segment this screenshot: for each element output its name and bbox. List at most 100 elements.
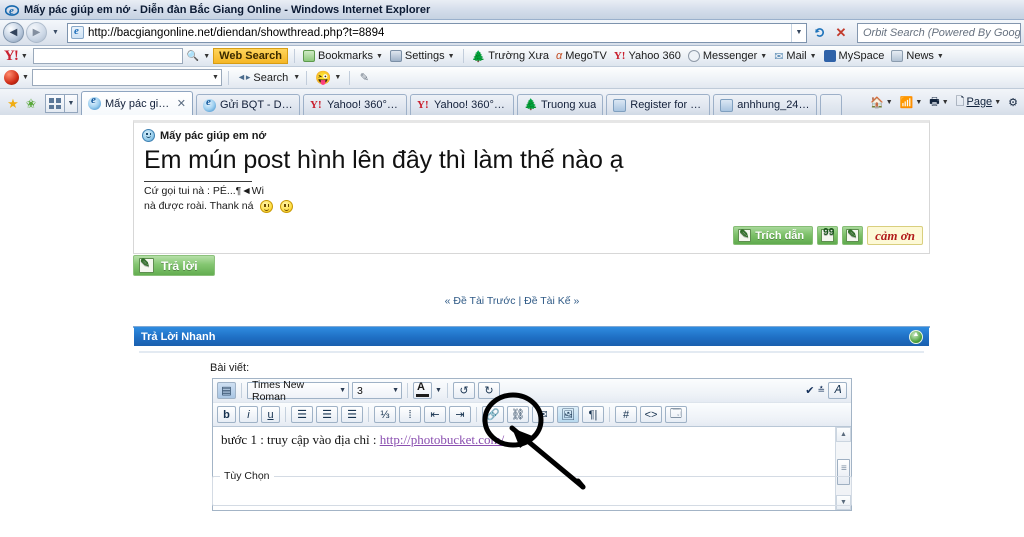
chevron-down-icon[interactable]: ▼ <box>810 53 817 60</box>
tab-5[interactable]: Register for free... <box>606 94 711 115</box>
orbit-logo-icon[interactable] <box>4 70 19 85</box>
chevron-down-icon[interactable]: ▼ <box>335 387 346 394</box>
new-tab-button[interactable] <box>820 94 843 115</box>
chevron-down-icon[interactable]: ▼ <box>212 74 219 81</box>
ordered-list-icon[interactable]: ⅓ <box>374 406 396 423</box>
spellcheck-icon[interactable]: ✔ <box>805 384 814 397</box>
close-icon[interactable]: ✕ <box>177 97 186 110</box>
tab-0[interactable]: Mấy pác giú... ✕ <box>81 91 193 115</box>
chevron-down-icon[interactable]: ▼ <box>937 53 944 60</box>
next-thread-link[interactable]: Đề Tài Kế <box>524 295 571 307</box>
quick-tabs-icon[interactable] <box>45 94 65 113</box>
add-favorite-icon[interactable]: ✬ <box>22 93 40 115</box>
refresh-icon[interactable] <box>809 23 829 43</box>
toolbar-item-messenger[interactable]: Messenger ▼ <box>686 50 769 62</box>
underline-button[interactable]: u <box>261 406 280 423</box>
chevron-down-icon[interactable]: ▼ <box>293 74 300 81</box>
align-right-icon[interactable]: ☰ <box>341 406 363 423</box>
tab-1[interactable]: Gửi BQT - Diễn ... <box>196 94 300 115</box>
insert-php-icon[interactable]: 🗔 <box>665 406 687 423</box>
toolbar-item-mail[interactable]: ✉ Mail ▼ <box>772 50 818 63</box>
home-icon[interactable]: 🏠 ▼ <box>867 92 896 112</box>
font-family-select[interactable]: Times New Roman ▼ <box>247 379 349 403</box>
page-menu-button[interactable]: 🗋 Page ▼ <box>953 92 1005 112</box>
prev-thread-link[interactable]: Đề Tài Trước <box>453 295 515 307</box>
toolbar-item-settings[interactable]: Settings ▼ <box>388 50 457 62</box>
redo-icon[interactable]: ↻ <box>477 382 500 399</box>
orbit-logo-caret-icon[interactable]: ▼ <box>22 74 29 81</box>
tab-list-caret-icon[interactable]: ▼ <box>65 94 78 113</box>
remove-format-icon[interactable]: 𝐴 <box>828 382 847 399</box>
insert-quote-icon[interactable]: # <box>615 406 637 423</box>
insert-video-icon[interactable]: ¶| <box>582 406 604 423</box>
chevron-down-icon[interactable]: ▼ <box>334 74 341 81</box>
quote-button[interactable]: Trích dẫn <box>733 226 814 245</box>
multiquote-button[interactable] <box>817 226 839 245</box>
chevron-down-icon[interactable]: ▼ <box>376 53 383 60</box>
orbit-search-field[interactable]: ▼ <box>31 69 222 86</box>
orbit-search-input[interactable]: Orbit Search (Powered By Google) <box>857 22 1021 43</box>
yahoo-logo-icon[interactable]: Y! <box>4 48 19 64</box>
insert-image-icon[interactable]: 🖼 <box>557 406 579 423</box>
align-left-icon[interactable]: ☰ <box>291 406 313 423</box>
toolbar-item-megotv[interactable]: α MegoTV <box>554 50 609 62</box>
chevron-down-icon[interactable]: ▼ <box>942 99 949 106</box>
stop-icon[interactable]: ✕ <box>831 23 851 43</box>
chevron-down-icon[interactable]: ▼ <box>760 53 767 60</box>
yahoo-search-input[interactable] <box>32 48 183 64</box>
tab-4[interactable]: 🌲 Truong xua <box>517 94 604 115</box>
url-input[interactable]: http://bacgiangonline.net/diendan/showth… <box>67 22 807 43</box>
undo-icon[interactable]: ↺ <box>452 382 475 399</box>
thanks-button[interactable]: cảm ơn <box>867 226 923 245</box>
web-search-button[interactable]: Web Search <box>213 48 288 64</box>
bold-button[interactable]: b <box>217 406 236 423</box>
toolbar-item-yahoo360[interactable]: Y! Yahoo 360 <box>612 50 683 62</box>
print-icon[interactable]: 🖶 ▼ <box>926 92 951 112</box>
font-color-icon[interactable] <box>413 381 432 399</box>
tab-6[interactable]: anhhung_245 - ... <box>713 94 818 115</box>
search-options-caret-icon[interactable]: ▼ <box>203 53 210 60</box>
indent-icon[interactable]: ⇥ <box>449 406 471 423</box>
font-size-select[interactable]: 3 ▼ <box>352 382 402 399</box>
align-center-icon[interactable]: ☰ <box>316 406 338 423</box>
toolbar-item-news[interactable]: News ▼ <box>889 50 945 62</box>
tools-gear-icon[interactable]: ⚙ <box>1005 92 1021 112</box>
chevron-down-icon[interactable]: ▼ <box>994 99 1001 106</box>
outdent-icon[interactable]: ⇤ <box>424 406 446 423</box>
toolbar-item-truongxua[interactable]: 🌲 Trường Xưa <box>470 50 551 63</box>
scroll-up-icon[interactable]: ▲ <box>836 427 851 442</box>
unordered-list-icon[interactable]: ⁞ <box>399 406 421 423</box>
emoticon-button[interactable]: 😜 ▼ <box>313 70 343 86</box>
reply-button[interactable]: Trả lời <box>133 255 215 276</box>
tab-3[interactable]: Y! Yahoo! 360° - [... <box>410 94 514 115</box>
insert-code-icon[interactable]: <> <box>640 406 662 423</box>
chevron-down-icon[interactable]: ▼ <box>915 99 922 106</box>
remove-link-icon[interactable]: ⛓ <box>507 406 529 423</box>
toolbar-item-myspace[interactable]: MySpace <box>822 50 887 62</box>
history-dropdown-icon[interactable]: ▼ <box>49 23 62 42</box>
edit-post-button[interactable] <box>842 226 864 245</box>
insert-email-icon[interactable]: ✉ <box>532 406 554 423</box>
pen-icon[interactable]: ✎ <box>356 70 372 86</box>
chevron-down-icon[interactable]: ▼ <box>435 387 442 394</box>
orbit-search-button[interactable]: ◄▸ Search <box>235 72 290 84</box>
magnifier-icon[interactable]: 🔍 <box>186 51 200 62</box>
yahoo-logo-caret-icon[interactable]: ▼ <box>21 53 28 60</box>
chevron-down-icon[interactable]: ▼ <box>388 387 399 394</box>
toolbar-item-bookmarks[interactable]: Bookmarks ▼ <box>301 50 385 62</box>
url-dropdown-icon[interactable]: ▼ <box>791 23 806 42</box>
forward-arrow-icon[interactable]: ▶ <box>26 22 47 43</box>
star-icon[interactable]: ★ <box>4 93 22 115</box>
editor-text-link[interactable]: http://photobucket.com/ <box>380 432 505 447</box>
tab-2[interactable]: Y! Yahoo! 360° - [... <box>303 94 407 115</box>
chevron-down-icon[interactable]: ▼ <box>448 53 455 60</box>
italic-button[interactable]: i <box>239 406 258 423</box>
collapse-icon[interactable] <box>909 329 923 344</box>
toolbar-divider <box>476 407 477 422</box>
chevron-down-icon[interactable]: ▼ <box>886 99 893 106</box>
insert-link-icon[interactable]: 🔗 <box>482 406 504 423</box>
feed-icon[interactable]: 📶 ▼ <box>897 92 926 112</box>
switch-editor-icon[interactable]: ▤ <box>217 382 236 399</box>
increase-decrease-icon[interactable]: ≛ <box>817 386 825 395</box>
back-arrow-icon[interactable]: ◀ <box>3 22 24 43</box>
